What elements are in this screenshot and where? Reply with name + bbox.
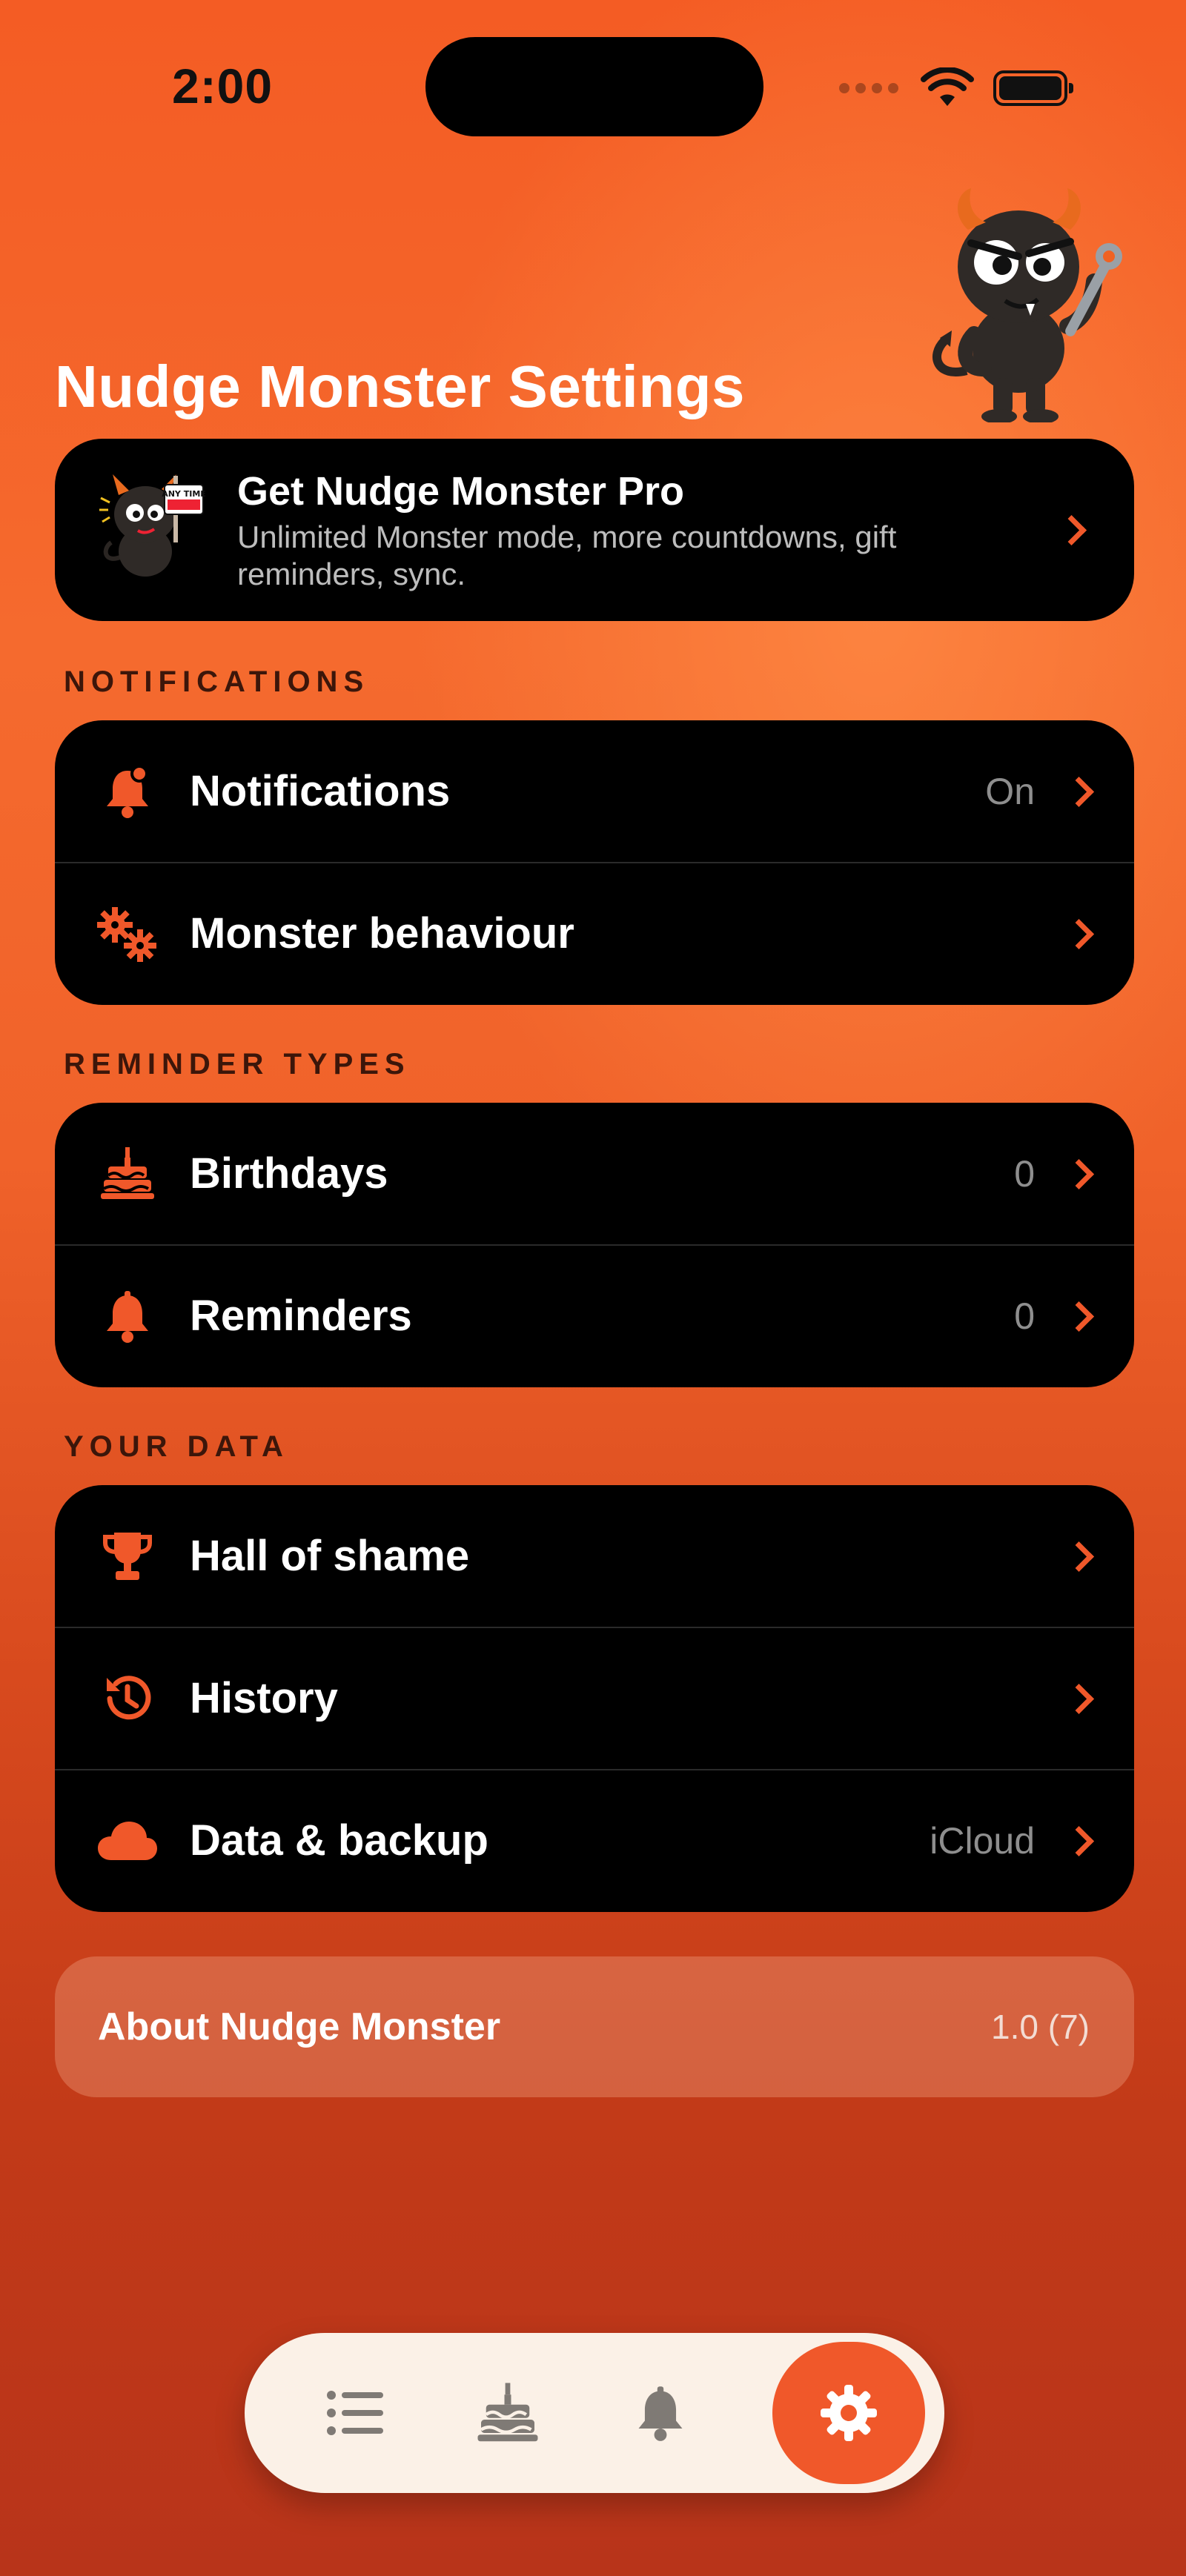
settings-row-reminders[interactable]: Reminders 0 <box>55 1245 1134 1387</box>
settings-row-data-backup[interactable]: Data & backup iCloud <box>55 1770 1134 1912</box>
list-icon <box>327 2391 383 2435</box>
row-value: iCloud <box>930 1820 1035 1862</box>
notifications-group: Notifications On Monster behaviour <box>55 720 1134 1005</box>
chevron-right-icon <box>1063 776 1095 808</box>
section-header-your-data: YOUR DATA <box>64 1430 289 1463</box>
row-value: On <box>985 771 1035 812</box>
bell-icon <box>90 1279 165 1353</box>
row-label: Hall of shame <box>190 1532 470 1580</box>
row-label: History <box>190 1674 338 1722</box>
row-label: Notifications <box>190 767 451 815</box>
chevron-right-icon <box>1063 1158 1095 1190</box>
bell-icon <box>638 2386 683 2441</box>
pro-subtitle: Unlimited Monster mode, more countdowns,… <box>237 519 897 591</box>
section-header-notifications: NOTIFICATIONS <box>64 665 370 698</box>
your-data-group: Hall of shame History Data & backup iClo… <box>55 1485 1134 1912</box>
chevron-right-icon <box>1063 1301 1095 1332</box>
chevron-right-icon <box>1063 1825 1095 1857</box>
row-label: Data & backup <box>190 1816 488 1865</box>
page-title: Nudge Monster Settings <box>55 353 746 419</box>
settings-row-history[interactable]: History <box>55 1627 1134 1770</box>
tab-reminders[interactable] <box>584 2342 737 2484</box>
about-row[interactable]: About Nudge Monster 1.0 (7) <box>55 1956 1134 2097</box>
tab-birthdays[interactable] <box>431 2342 584 2484</box>
chevron-right-icon <box>1063 918 1095 950</box>
row-label: Birthdays <box>190 1149 388 1198</box>
svg-text:ANY TIME: ANY TIME <box>162 489 206 499</box>
chevron-right-icon <box>1056 514 1087 546</box>
settings-row-birthdays[interactable]: Birthdays 0 <box>55 1103 1134 1245</box>
tab-bar <box>245 2333 944 2493</box>
cloud-icon <box>90 1804 165 1878</box>
get-pro-card[interactable]: ANY TIME Get Nudge Monster Pro Unlimited… <box>55 439 1134 621</box>
row-label: Reminders <box>190 1292 412 1340</box>
section-header-reminder-types: REMINDER TYPES <box>64 1048 411 1080</box>
reminder-types-group: Birthdays 0 Reminders 0 <box>55 1103 1134 1387</box>
bell-badge-icon <box>90 754 165 829</box>
app-version: 1.0 (7) <box>991 2008 1090 2046</box>
history-icon <box>90 1662 165 1736</box>
status-time: 2:00 <box>172 59 274 113</box>
monster-mascot-illustration <box>932 188 1122 422</box>
row-value: 0 <box>1014 1153 1035 1195</box>
dynamic-island <box>425 37 763 136</box>
settings-row-notifications[interactable]: Notifications On <box>55 720 1134 863</box>
row-label: Monster behaviour <box>190 909 574 957</box>
tab-list[interactable] <box>279 2342 431 2484</box>
chevron-right-icon <box>1063 1683 1095 1715</box>
battery-icon <box>993 70 1073 106</box>
settings-row-hall-of-shame[interactable]: Hall of shame <box>55 1485 1134 1627</box>
cake-icon <box>90 1137 165 1211</box>
trophy-icon <box>90 1519 165 1593</box>
settings-row-monster-behaviour[interactable]: Monster behaviour <box>55 863 1134 1005</box>
about-label: About Nudge Monster <box>98 2005 501 2048</box>
gears-icon <box>90 897 165 971</box>
wifi-icon <box>921 67 974 106</box>
row-value: 0 <box>1014 1295 1035 1337</box>
monster-pro-avatar: ANY TIME <box>99 474 206 577</box>
pro-title: Get Nudge Monster Pro <box>237 469 685 514</box>
gear-icon <box>821 2385 877 2441</box>
status-indicators <box>839 62 1073 114</box>
cake-icon <box>477 2383 538 2442</box>
tab-settings[interactable] <box>772 2342 925 2484</box>
chevron-right-icon <box>1063 1541 1095 1573</box>
cellular-signal-icon <box>839 83 898 93</box>
